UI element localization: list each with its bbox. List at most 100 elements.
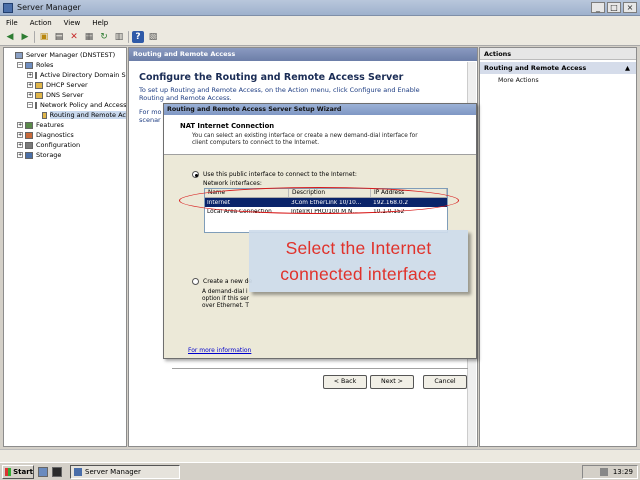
expand-icon[interactable]: + [27,92,33,98]
more-information-link[interactable]: For more information [188,347,251,354]
use-public-interface-option[interactable]: Use this public interface to connect to … [192,171,357,178]
quick-launch-server-manager-icon[interactable] [38,466,48,477]
taskbar-item-label: Server Manager [85,467,141,476]
wizard-heading: NAT Internet Connection [180,122,275,130]
menu-help[interactable]: Help [92,19,108,27]
tree-item[interactable]: + DNS Server [4,90,126,100]
tree-item-label: DHCP Server [46,81,88,89]
help-icon[interactable]: ? [132,31,144,43]
console-tree: Server Manager (DNSTEST) − Roles + Active Di… [3,47,127,447]
role-icon [41,111,47,119]
action-pane-icon[interactable]: ▧ [147,31,159,43]
back-button[interactable]: < Back [323,375,367,389]
collapse-icon[interactable]: − [27,102,33,108]
tree-item[interactable]: − Roles [4,60,126,70]
toolbar: ◀ ▶ ▣ ▤ ✕ ▦ ↻ ▥ ? ▧ [0,29,640,46]
clock[interactable]: 13:29 [613,468,633,476]
minimize-button[interactable]: _ [591,2,605,13]
interface-row-lan[interactable]: Local Area Connection Intel(R) PRO/100 M… [205,207,447,216]
menu-view[interactable]: View [64,19,81,27]
expand-icon[interactable]: + [17,142,23,148]
instruction-callout: Select the Internet connected interface [249,230,468,292]
wizard-title: Routing and Remote Access Server Setup W… [164,104,476,115]
demand-dial-line-2: option if this ser [202,296,250,302]
collapse-arrow-icon[interactable]: ▲ [625,62,630,74]
network-icon[interactable] [599,468,608,476]
forward-arrow-icon[interactable]: ▶ [19,31,31,43]
taskbar-item-server-manager[interactable]: Server Manager [70,464,180,479]
tree-item[interactable]: − Network Policy and Access [4,100,126,110]
tree-item-label: Roles [36,61,54,69]
network-interfaces-label: Network interfaces: [203,180,262,187]
tree-item[interactable]: + Storage [4,150,126,160]
interface-description: Intel(R) PRO/100 M N... [291,208,358,215]
role-icon [35,101,37,109]
refresh-icon[interactable]: ↻ [98,31,110,43]
page-title: Configure the Routing and Remote Access … [139,72,404,83]
callout-line-1: Select the Internet [285,238,432,258]
tree-item[interactable]: Routing and Remote Ac [4,110,126,120]
tree-item[interactable]: + Features [4,120,126,130]
tree-item-label: Network Policy and Access [40,101,127,109]
menu-action[interactable]: Action [30,19,52,27]
tree-item[interactable]: + DHCP Server [4,80,126,90]
tree-item-label: Server Manager (DNSTEST) [26,51,116,59]
column-ip-address[interactable]: IP Address [371,189,447,197]
radio-selected-icon[interactable] [192,171,199,178]
tree-item[interactable]: + Active Directory Domain Se [4,70,126,80]
column-name[interactable]: Name [205,189,289,197]
tree-item-label: Features [36,121,64,129]
back-arrow-icon[interactable]: ◀ [4,31,16,43]
wizard-header: NAT Internet Connection You can select a… [164,115,476,155]
menu-bar: File Action View Help [0,16,640,29]
maximize-button[interactable]: □ [607,2,621,13]
stor-icon [25,151,33,159]
interface-ip: 10.1.0.152 [373,208,405,215]
diag-icon [25,131,33,139]
expand-icon[interactable]: + [17,132,23,138]
interface-name: Local Area Connection [207,208,272,215]
tree-item[interactable]: + Configuration [4,140,126,150]
expand-icon[interactable]: + [17,152,23,158]
interface-name: Internet [207,199,231,206]
up-folder-icon[interactable]: ▣ [38,31,50,43]
tree-item-label: Storage [36,151,62,159]
demand-dial-description: A demand-dial i option if this ser over … [202,289,262,310]
interface-row-internet[interactable]: Internet 3Com EtherLink 10/10... 192.168… [205,198,447,207]
export-list-icon[interactable]: ▥ [113,31,125,43]
quick-launch-console-icon[interactable] [52,466,62,477]
tree-item-label: Routing and Remote Ac [49,111,126,119]
expand-icon[interactable]: + [17,122,23,128]
toolbar-separator [34,31,35,43]
column-description[interactable]: Description [289,189,371,197]
expand-icon[interactable]: + [27,72,33,78]
close-button[interactable]: × [623,2,637,13]
feat-icon [25,121,33,129]
properties-icon[interactable]: ▦ [83,31,95,43]
start-button[interactable]: Start [2,464,34,479]
role-icon [35,71,37,79]
demand-dial-line-3: over Ethernet. T [202,303,249,309]
status-bar [0,449,640,462]
wizard-divider [172,368,468,369]
show-hide-tree-icon[interactable]: ▤ [53,31,65,43]
actions-section[interactable]: Routing and Remote Access ▲ [480,62,636,74]
expand-icon[interactable]: + [27,82,33,88]
tree-item[interactable]: Server Manager (DNSTEST) [4,50,126,60]
create-demand-dial-label: Create a new de [203,278,253,285]
next-button[interactable]: Next > [370,375,414,389]
radio-unselected-icon[interactable] [192,278,199,285]
more-actions-link[interactable]: More Actions [480,77,636,84]
collapse-icon[interactable]: − [17,62,23,68]
cancel-button[interactable]: Cancel [423,375,467,389]
instruction-line-1: To set up Routing and Remote Access, on … [139,86,420,94]
create-demand-dial-option[interactable]: Create a new de [192,278,252,285]
list-header: Name Description IP Address [205,189,447,198]
delete-icon[interactable]: ✕ [68,31,80,43]
tree-item[interactable]: + Diagnostics [4,130,126,140]
role-icon [35,91,43,99]
network-interfaces-list[interactable]: Name Description IP Address Internet 3Co… [204,188,448,233]
menu-file[interactable]: File [6,19,18,27]
